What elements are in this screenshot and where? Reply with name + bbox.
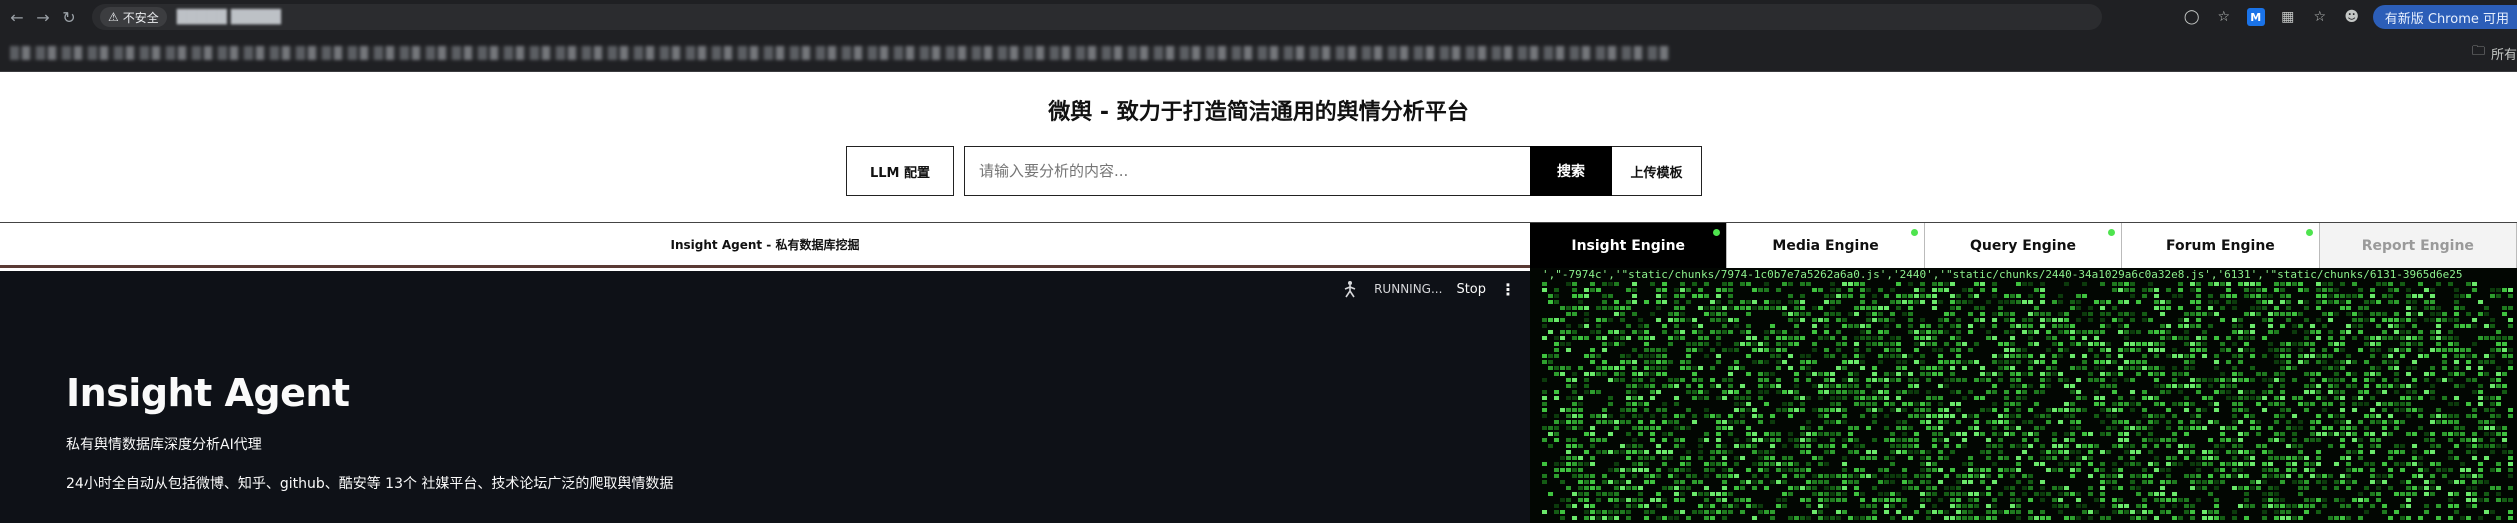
- tab-label: Media Engine: [1772, 237, 1879, 254]
- running-person-icon: [1340, 279, 1360, 299]
- extensions-puzzle-icon[interactable]: ▦: [2277, 6, 2299, 28]
- console-log-text: [1542, 282, 2513, 520]
- extension-m-icon[interactable]: M: [2245, 6, 2267, 28]
- password-key-icon[interactable]: ◯: [2181, 6, 2203, 28]
- console-line: ',"-7974c','"static/chunks/7974-1c0b7e7a…: [1542, 268, 2463, 281]
- page-title: 微舆 - 致力于打造简洁通用的舆情分析平台: [1048, 100, 1469, 125]
- folder-icon: 🗀: [2471, 44, 2485, 59]
- agent-subtitle: 私有舆情数据库深度分析AI代理: [66, 437, 262, 453]
- browser-toolbar: ← → ↻ ⚠ 不安全 █████ █████ ◯ ☆ M ▦ ☆ ☻ 有新版 …: [0, 0, 2517, 34]
- bookmarks-blurred[interactable]: [10, 45, 1670, 60]
- security-chip[interactable]: ⚠ 不安全: [100, 7, 167, 27]
- back-icon[interactable]: ←: [4, 4, 30, 30]
- running-status: RUNNING...: [1374, 282, 1443, 296]
- left-panel-header: Insight Agent - 私有数据库挖掘: [0, 222, 1530, 268]
- all-bookmarks-folder[interactable]: 🗀 所有: [2472, 34, 2517, 72]
- tab-query-engine[interactable]: Query Engine: [1924, 223, 2123, 269]
- tab-report-engine[interactable]: Report Engine: [2319, 223, 2517, 269]
- agent-title: Insight Agent: [66, 371, 350, 415]
- stop-button[interactable]: Stop: [1456, 282, 1486, 297]
- status-dot-icon: [1910, 229, 1918, 236]
- llm-config-button[interactable]: LLM 配置: [846, 146, 954, 196]
- search-button[interactable]: 搜索: [1530, 146, 1612, 196]
- insight-agent-panel: RUNNING... Stop ⋮ Insight Agent 私有舆情数据库深…: [0, 271, 1530, 523]
- folder-label: 所有: [2490, 47, 2517, 63]
- tab-label: Insight Engine: [1571, 237, 1686, 254]
- warning-icon: ⚠: [108, 10, 119, 24]
- more-menu-icon[interactable]: ⋮: [1500, 280, 1516, 299]
- tab-label: Query Engine: [1969, 237, 2077, 254]
- status-dot-icon: [1713, 229, 1721, 236]
- search-row: LLM 配置 搜索 上传模板: [846, 146, 1702, 196]
- agent-description: 24小时全自动从包括微博、知乎、github、酷安等 13个 社媒平台、技术论坛…: [66, 476, 674, 492]
- tab-label: Report Engine: [2361, 237, 2474, 254]
- bookmarks-bar: 🗀 所有: [0, 34, 2517, 72]
- reading-list-icon[interactable]: ☆: [2309, 6, 2331, 28]
- status-dot-icon: [2305, 229, 2313, 236]
- forward-icon[interactable]: →: [30, 4, 56, 30]
- address-bar[interactable]: ⚠ 不安全 █████ █████: [92, 4, 2102, 30]
- profile-icon[interactable]: ☻: [2341, 6, 2363, 28]
- status-dot-icon: [2108, 229, 2116, 236]
- tab-forum-engine[interactable]: Forum Engine: [2122, 223, 2320, 269]
- streamlit-status: RUNNING... Stop ⋮: [1340, 279, 1516, 299]
- bookmark-star-icon[interactable]: ☆: [2213, 6, 2235, 28]
- engine-tabs: Insight Engine Media Engine Query Engine…: [1530, 222, 2517, 269]
- tab-media-engine[interactable]: Media Engine: [1727, 223, 1925, 269]
- tab-label: Forum Engine: [2166, 237, 2275, 254]
- security-label: 不安全: [122, 10, 159, 25]
- search-input[interactable]: [964, 146, 1530, 196]
- engine-console-output: ',"-7974c','"static/chunks/7974-1c0b7e7a…: [1530, 268, 2517, 523]
- url-text: █████ █████: [176, 9, 281, 25]
- chrome-update-button[interactable]: 有新版 Chrome 可用: [2372, 5, 2517, 29]
- upload-template-button[interactable]: 上传模板: [1612, 146, 1702, 196]
- reload-icon[interactable]: ↻: [56, 4, 82, 30]
- tab-insight-engine[interactable]: Insight Engine: [1530, 223, 1728, 269]
